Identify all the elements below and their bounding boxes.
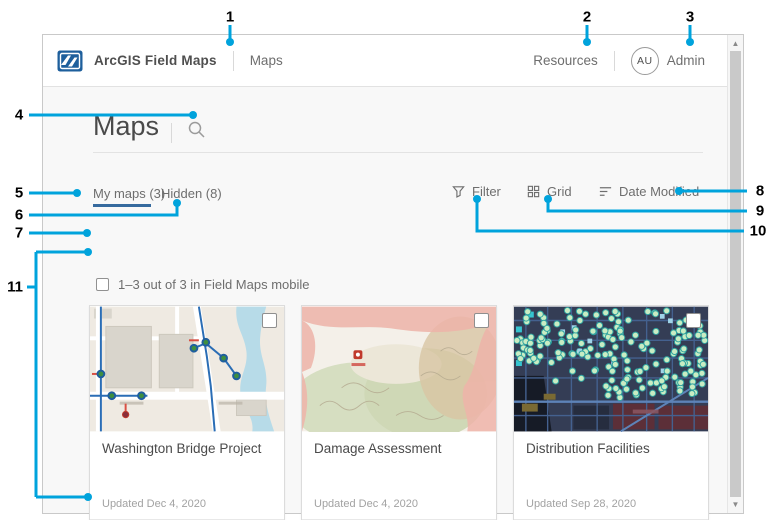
tab-hidden[interactable]: Hidden (8) <box>161 186 222 201</box>
resources-link[interactable]: Resources <box>533 53 598 68</box>
selection-count-label: 1–3 out of 3 in Field Maps mobile <box>118 277 310 292</box>
map-card-distribution-facilities: Distribution Facilities Updated Sep 28, … <box>513 305 709 520</box>
callout-label-11: 11 <box>7 279 23 296</box>
active-tab-underline <box>93 204 151 207</box>
map-card-washington-bridge: Washington Bridge Project Updated Dec 4,… <box>89 305 285 520</box>
map-thumbnail[interactable] <box>90 306 284 432</box>
tab-my-maps[interactable]: My maps (3) <box>93 186 165 201</box>
callout-label-8: 8 <box>756 183 764 200</box>
callout-label-10: 10 <box>750 223 767 240</box>
map-card-damage-assessment: Damage Assessment Updated Dec 4, 2020 <box>301 305 497 520</box>
callout-label-1: 1 <box>226 9 234 26</box>
callout-label-6: 6 <box>15 207 23 224</box>
search-button[interactable] <box>186 119 208 141</box>
nav-item-maps[interactable]: Maps <box>250 53 283 68</box>
app-header: ArcGIS Field Maps Maps Resources AU Admi… <box>43 35 727 87</box>
filter-button[interactable]: Filter <box>451 184 501 199</box>
sort-button[interactable]: Date Modified <box>598 184 699 199</box>
sort-label: Date Modified <box>619 184 699 199</box>
avatar[interactable]: AU <box>631 47 659 75</box>
app-title: ArcGIS Field Maps <box>94 53 217 68</box>
card-select-checkbox[interactable] <box>474 313 489 328</box>
header-divider <box>233 51 234 71</box>
terrain-map-thumbnail-image <box>302 306 496 432</box>
arcgis-field-maps-logo-icon <box>57 50 83 72</box>
callout-label-7: 7 <box>15 225 23 242</box>
callout-label-9: 9 <box>756 203 764 220</box>
callout-label-4: 4 <box>15 107 23 124</box>
scrollbar-thumb[interactable] <box>730 51 741 497</box>
content-area: Maps My maps (3) Hidden (8) Filter <box>43 87 727 513</box>
callout-label-2: 2 <box>583 9 591 26</box>
filter-icon <box>451 184 466 199</box>
dark-map-thumbnail-image <box>514 306 708 432</box>
select-all-checkbox[interactable] <box>96 278 109 291</box>
card-title: Washington Bridge Project <box>102 441 274 456</box>
map-thumbnail[interactable] <box>302 306 496 432</box>
callout-label-3: 3 <box>686 9 694 26</box>
card-title: Damage Assessment <box>314 441 486 456</box>
card-updated-date: Updated Dec 4, 2020 <box>314 498 418 510</box>
grid-label: Grid <box>547 184 572 199</box>
card-select-checkbox[interactable] <box>686 313 701 328</box>
card-updated-date: Updated Dec 4, 2020 <box>102 498 206 510</box>
title-rule <box>93 152 703 153</box>
admin-menu[interactable]: Admin <box>667 53 705 68</box>
street-map-thumbnail-image <box>90 306 284 432</box>
card-select-checkbox[interactable] <box>262 313 277 328</box>
search-icon <box>186 119 208 141</box>
card-title: Distribution Facilities <box>526 441 698 456</box>
card-updated-date: Updated Sep 28, 2020 <box>526 498 636 510</box>
grid-icon <box>526 184 541 199</box>
header-divider-2 <box>614 51 615 71</box>
scroll-down-icon[interactable]: ▼ <box>728 497 743 512</box>
grid-view-button[interactable]: Grid <box>526 184 572 199</box>
callout-label-5: 5 <box>15 185 23 202</box>
vertical-scrollbar[interactable]: ▲ ▼ <box>727 35 743 513</box>
page-title: Maps <box>93 111 159 142</box>
sort-icon <box>598 184 613 199</box>
map-thumbnail[interactable] <box>514 306 708 432</box>
app-window: ArcGIS Field Maps Maps Resources AU Admi… <box>42 34 744 514</box>
filter-label: Filter <box>472 184 501 199</box>
selection-row: 1–3 out of 3 in Field Maps mobile <box>96 277 310 292</box>
scroll-up-icon[interactable]: ▲ <box>728 36 743 51</box>
title-divider <box>171 123 172 143</box>
